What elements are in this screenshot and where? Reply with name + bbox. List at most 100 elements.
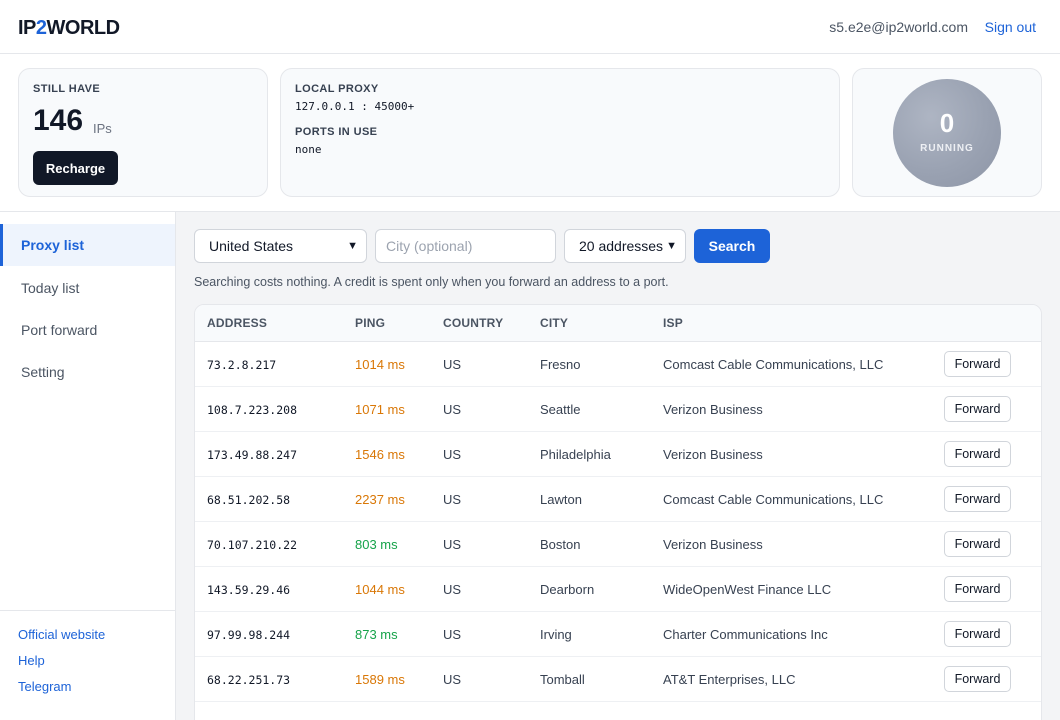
sidebar: Proxy list Today list Port forward Setti… xyxy=(0,211,176,720)
table-row: 108.7.223.208 1071 ms US Seattle Verizon Bus… xyxy=(195,387,1041,432)
main-content: United States ▼ 20 addresses ▼ Search Se… xyxy=(176,211,1060,720)
table-header: ADDRESS PING COUNTRY CITY ISP xyxy=(195,305,1041,342)
cell-country: US xyxy=(443,537,462,552)
cell-ping: 1044 ms xyxy=(355,582,405,597)
official-website-link[interactable]: Official website xyxy=(18,627,105,642)
address-count-select[interactable]: 20 addresses ▼ xyxy=(564,229,686,263)
credits-count: 146 xyxy=(33,104,84,137)
cell-city: Irving xyxy=(540,627,572,642)
telegram-link[interactable]: Telegram xyxy=(18,679,71,694)
address-count-value: 20 addresses xyxy=(579,238,664,254)
sidebar-item-proxy-list[interactable]: Proxy list xyxy=(0,224,175,266)
cell-address: 73.2.8.217 xyxy=(207,358,277,372)
ports-in-use-value: none xyxy=(295,143,322,156)
logo-prefix: IP xyxy=(18,17,36,39)
running-count: 0 xyxy=(939,108,955,138)
cell-ping: 873 ms xyxy=(355,627,398,642)
credits-label: STILL HAVE xyxy=(33,83,101,95)
header-city: CITY xyxy=(540,316,569,330)
cell-city: Dearborn xyxy=(540,582,595,597)
proxy-table: ADDRESS PING COUNTRY CITY ISP 73.2.8.217… xyxy=(194,304,1042,720)
cell-isp: Comcast Cable Communications, LLC xyxy=(663,357,884,372)
cell-ping: 1589 ms xyxy=(355,672,405,687)
chevron-down-icon: ▼ xyxy=(666,240,677,252)
table-row: 68.51.202.58 2237 ms US Lawton Comcast Cable… xyxy=(195,477,1041,522)
local-proxy-card: LOCAL PROXY 127.0.0.1 : 45000+ PORTS IN … xyxy=(280,68,840,197)
forward-button[interactable]: Forward xyxy=(944,396,1011,422)
local-proxy-value: 127.0.0.1 : 45000+ xyxy=(295,100,415,113)
table-row: 97.99.98.244 873 ms US Irving Charter Commun… xyxy=(195,612,1041,657)
forward-button[interactable]: Forward xyxy=(944,531,1011,557)
city-input[interactable] xyxy=(375,229,556,263)
sign-out-link[interactable]: Sign out xyxy=(985,19,1036,35)
cell-country: US xyxy=(443,447,462,462)
cell-ping: 2237 ms xyxy=(355,492,405,507)
cell-city: Seattle xyxy=(540,402,581,417)
running-label: RUNNING xyxy=(920,143,974,154)
credits-unit: IPs xyxy=(93,121,112,136)
country-select[interactable]: United States ▼ xyxy=(194,229,367,263)
cell-country: US xyxy=(443,357,462,372)
table-row: 70.107.210.22 803 ms US Boston Verizon Busin… xyxy=(195,522,1041,567)
cell-city: Philadelphia xyxy=(540,447,611,462)
table-row: 68.22.251.73 1589 ms US Tomball AT&T Enterpr… xyxy=(195,657,1041,702)
sidebar-item-today-list[interactable]: Today list xyxy=(0,267,175,309)
cell-isp: Charter Communications Inc xyxy=(663,627,828,642)
cell-country: US xyxy=(443,672,462,687)
search-hint: Searching costs nothing. A credit is spe… xyxy=(194,275,669,289)
cell-address: 143.59.29.46 xyxy=(207,583,291,597)
cell-country: US xyxy=(443,402,462,417)
header-isp: ISP xyxy=(663,316,683,330)
cell-ping: 1546 ms xyxy=(355,447,405,462)
cell-address: 97.99.98.244 xyxy=(207,628,291,642)
forward-button[interactable]: Forward xyxy=(944,621,1011,647)
table-row: 73.2.8.217 1014 ms US Fresno Comcast Cable C… xyxy=(195,342,1041,387)
header-country: COUNTRY xyxy=(443,316,504,330)
help-link[interactable]: Help xyxy=(18,653,45,668)
sidebar-links: Official website Help Telegram xyxy=(0,610,175,694)
recharge-button[interactable]: Recharge xyxy=(33,151,118,185)
cell-address: 173.49.88.247 xyxy=(207,448,298,462)
sidebar-item-port-forward[interactable]: Port forward xyxy=(0,309,175,351)
forward-button[interactable]: Forward xyxy=(944,441,1011,467)
cell-address: 68.51.202.58 xyxy=(207,493,291,507)
cell-country: US xyxy=(443,582,462,597)
forward-button[interactable]: Forward xyxy=(944,486,1011,512)
cell-city: Fresno xyxy=(540,357,581,372)
header-address: ADDRESS xyxy=(207,316,268,330)
cell-address: 68.22.251.73 xyxy=(207,673,291,687)
sidebar-item-setting[interactable]: Setting xyxy=(0,351,175,393)
cell-ping: 1014 ms xyxy=(355,357,405,372)
forward-button[interactable]: Forward xyxy=(944,666,1011,692)
forward-button[interactable]: Forward xyxy=(944,351,1011,377)
cell-isp: Comcast Cable Communications, LLC xyxy=(663,492,884,507)
cell-country: US xyxy=(443,492,462,507)
app-header: IP2WORLD s5.e2e@ip2world.com Sign out xyxy=(0,0,1060,54)
ports-in-use-label: PORTS IN USE xyxy=(295,126,378,138)
cell-city: Boston xyxy=(540,537,581,552)
cell-ping: 1071 ms xyxy=(355,402,405,417)
cell-isp: WideOpenWest Finance LLC xyxy=(663,582,832,597)
cell-ping: 803 ms xyxy=(355,537,398,552)
running-card: 0 RUNNING xyxy=(852,68,1042,197)
cell-isp: Verizon Business xyxy=(663,537,763,552)
chevron-down-icon: ▼ xyxy=(347,240,358,252)
forward-button[interactable]: Forward xyxy=(944,576,1011,602)
logo-two: 2 xyxy=(35,17,47,39)
cell-isp: Verizon Business xyxy=(663,402,763,417)
credits-card: STILL HAVE 146 IPs Recharge xyxy=(18,68,268,197)
country-select-value: United States xyxy=(209,238,294,254)
search-button[interactable]: Search xyxy=(694,229,770,263)
running-status-circle: 0 RUNNING xyxy=(893,79,1001,187)
logo-suffix: WORLD xyxy=(46,17,121,39)
ip2world-logo[interactable]: IP2WORLD xyxy=(18,17,120,40)
cell-address: 108.7.223.208 xyxy=(207,403,298,417)
cell-address: 70.107.210.22 xyxy=(207,538,298,552)
header-ping: PING xyxy=(355,316,386,330)
cell-isp: Verizon Business xyxy=(663,447,763,462)
cell-isp: AT&T Enterprises, LLC xyxy=(663,672,796,687)
cell-country: US xyxy=(443,627,462,642)
cell-city: Tomball xyxy=(540,672,585,687)
table-row: 143.59.29.46 1044 ms US Dearborn WideOpenWes… xyxy=(195,567,1041,612)
local-proxy-label: LOCAL PROXY xyxy=(295,83,379,95)
